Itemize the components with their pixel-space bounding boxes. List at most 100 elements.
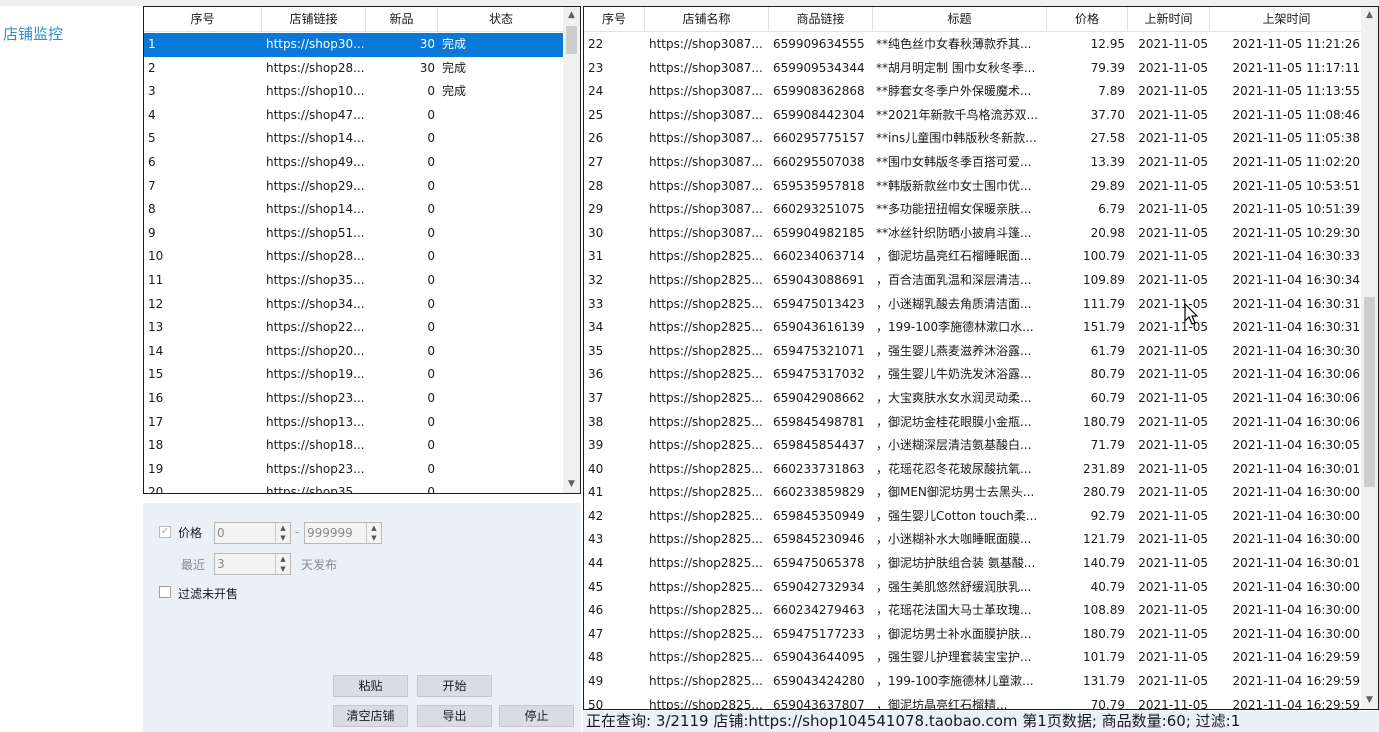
spin-up-arrow-icon[interactable]: ▲ — [367, 523, 381, 533]
table-row[interactable]: 30 https://shop3087... 659904982185 **冰丝针织防… — [584, 222, 1363, 246]
cell-price: 131.79 — [1083, 674, 1125, 689]
col-header-item-link[interactable]: 商品链接 — [769, 7, 873, 32]
spin-down-arrow-icon[interactable]: ▼ — [276, 564, 290, 574]
table-row[interactable]: 6 https://shop49... 0 — [144, 151, 564, 175]
scroll-down-arrow-icon[interactable]: ▼ — [563, 476, 580, 493]
cell-new-count: 0 — [427, 225, 435, 240]
table-row[interactable]: 22 https://shop3087... 659909634555 **纯色丝巾女… — [584, 33, 1363, 57]
table-row[interactable]: 44 https://shop2825... 659475065378 ，御泥坊护肤组… — [584, 552, 1363, 576]
col-header-title[interactable]: 标题 — [873, 7, 1047, 32]
cell-price: 109.89 — [1083, 272, 1125, 287]
spin-down-arrow-icon[interactable]: ▼ — [367, 533, 381, 543]
table-row[interactable]: 16 https://shop23... 0 — [144, 387, 564, 411]
scroll-thumb[interactable] — [566, 26, 577, 54]
table-row[interactable]: 43 https://shop2825... 659845230946 ，小迷糊补水大… — [584, 528, 1363, 552]
col-header-status[interactable]: 状态 — [438, 7, 564, 32]
export-button[interactable]: 导出 — [417, 705, 492, 727]
table-row[interactable]: 37 https://shop2825... 659042908662 ，大宝爽肤水女… — [584, 387, 1363, 411]
table-row[interactable]: 10 https://shop28... 0 — [144, 245, 564, 269]
table-row[interactable]: 4 https://shop47... 0 — [144, 104, 564, 128]
table-row[interactable]: 32 https://shop2825... 659043088691 ，百合洁面乳温… — [584, 269, 1363, 293]
cell-item-link: 659475065378 — [773, 556, 865, 571]
table-row[interactable]: 34 https://shop2825... 659043616139 ，199-10… — [584, 316, 1363, 340]
cell-shop-name: https://shop3087... — [649, 131, 763, 146]
col-header-shop-name[interactable]: 店铺名称 — [645, 7, 769, 32]
cell-index: 4 — [148, 107, 156, 122]
col-header-price[interactable]: 价格 — [1047, 7, 1128, 32]
cell-shop-url: https://shop14... — [266, 131, 365, 146]
table-row[interactable]: 24 https://shop3087... 659908362868 **脖套女冬季… — [584, 80, 1363, 104]
table-row[interactable]: 46 https://shop2825... 660234279463 ，花瑶花法国大… — [584, 599, 1363, 623]
scroll-up-arrow-icon[interactable]: ▲ — [1361, 7, 1378, 24]
product-table[interactable]: 序号 店铺名称 商品链接 标题 价格 上新时间 上架时间 22 https://s… — [583, 6, 1379, 710]
col-header-shop-url[interactable]: 店铺链接 — [262, 7, 366, 32]
price-min-stepper[interactable]: 0 ▲ ▼ — [214, 522, 291, 544]
price-filter-checkbox[interactable]: ✓ — [159, 526, 171, 538]
table-row[interactable]: 40 https://shop2825... 660233731863 ，花瑶花忍冬花… — [584, 458, 1363, 482]
table-row[interactable]: 18 https://shop18... 0 — [144, 434, 564, 458]
spin-down-arrow-icon[interactable]: ▼ — [276, 533, 290, 543]
paste-button[interactable]: 粘贴 — [333, 675, 408, 697]
recent-days-value: 3 — [217, 557, 225, 571]
col-header-index[interactable]: 序号 — [584, 7, 645, 32]
table-row[interactable]: 42 https://shop2825... 659845350949 ，强生婴儿Co… — [584, 505, 1363, 529]
table-row[interactable]: 35 https://shop2825... 659475321071 ，强生婴儿燕麦… — [584, 340, 1363, 364]
col-header-list-time[interactable]: 上架时间 — [1210, 7, 1363, 32]
filter-unsold-checkbox[interactable] — [159, 586, 171, 598]
table-row[interactable]: 23 https://shop3087... 659909534344 **胡月明定制… — [584, 57, 1363, 81]
table-row[interactable]: 9 https://shop51... 0 — [144, 222, 564, 246]
spin-up-arrow-icon[interactable]: ▲ — [276, 554, 290, 564]
spin-up-arrow-icon[interactable]: ▲ — [276, 523, 290, 533]
table-row[interactable]: 50 https://shop2825... 659043637807 ，御泥坊晶亮红… — [584, 694, 1363, 709]
product-table-scrollbar[interactable]: ▲ ▼ — [1361, 7, 1378, 709]
table-row[interactable]: 41 https://shop2825... 660233859829 ，御MEN御泥… — [584, 481, 1363, 505]
col-header-index[interactable]: 序号 — [144, 7, 262, 32]
table-row[interactable]: 33 https://shop2825... 659475013423 ，小迷糊乳酸去… — [584, 293, 1363, 317]
table-row[interactable]: 39 https://shop2825... 659845854437 ，小迷糊深层清… — [584, 434, 1363, 458]
nav-item-shop-monitor[interactable]: 店铺监控 — [3, 23, 63, 44]
table-row[interactable]: 26 https://shop3087... 660295775157 **ins儿童… — [584, 127, 1363, 151]
table-row[interactable]: 28 https://shop3087... 659535957818 **韩版新款丝… — [584, 175, 1363, 199]
clear-shops-button[interactable]: 清空店铺 — [333, 705, 408, 727]
cell-shop-url: https://shop19... — [266, 367, 365, 382]
col-header-new-time[interactable]: 上新时间 — [1128, 7, 1210, 32]
cell-index: 38 — [588, 414, 604, 429]
scroll-up-arrow-icon[interactable]: ▲ — [563, 7, 580, 24]
table-row[interactable]: 31 https://shop2825... 660234063714 ，御泥坊晶亮红… — [584, 245, 1363, 269]
table-row[interactable]: 49 https://shop2825... 659043424280 ，199-10… — [584, 670, 1363, 694]
recent-days-stepper[interactable]: 3 ▲ ▼ — [214, 553, 291, 575]
table-row[interactable]: 27 https://shop3087... 660295507038 **围巾女韩版… — [584, 151, 1363, 175]
cell-status — [438, 175, 564, 199]
table-row[interactable]: 15 https://shop19... 0 — [144, 363, 564, 387]
shop-table-scrollbar[interactable]: ▲ ▼ — [563, 7, 580, 493]
stop-button[interactable]: 停止 — [499, 705, 574, 727]
table-row[interactable]: 12 https://shop34... 0 — [144, 293, 564, 317]
table-row[interactable]: 38 https://shop2825... 659845498781 ，御泥坊金桂花… — [584, 411, 1363, 435]
table-row[interactable]: 13 https://shop22... 0 — [144, 316, 564, 340]
table-row[interactable]: 2 https://shop28... 30 完成 — [144, 57, 564, 81]
start-button[interactable]: 开始 — [417, 675, 492, 697]
table-row[interactable]: 47 https://shop2825... 659475177233 ，御泥坊男士补… — [584, 623, 1363, 647]
table-row[interactable]: 11 https://shop35... 0 — [144, 269, 564, 293]
table-row[interactable]: 14 https://shop20... 0 — [144, 340, 564, 364]
scroll-thumb[interactable] — [1364, 297, 1375, 487]
col-header-new[interactable]: 新品 — [366, 7, 438, 32]
table-row[interactable]: 20 https://shop35... 0 — [144, 481, 564, 493]
table-row[interactable]: 25 https://shop3087... 659908442304 **2021年… — [584, 104, 1363, 128]
shop-table[interactable]: 序号 店铺链接 新品 状态 1 https://shop30... 30 完成 2 htt… — [143, 6, 581, 494]
cell-index: 8 — [148, 202, 156, 217]
table-row[interactable]: 48 https://shop2825... 659043644095 ，强生婴儿护理… — [584, 646, 1363, 670]
cell-price: 111.79 — [1083, 296, 1125, 311]
table-row[interactable]: 19 https://shop23... 0 — [144, 458, 564, 482]
table-row[interactable]: 7 https://shop29... 0 — [144, 175, 564, 199]
table-row[interactable]: 36 https://shop2825... 659475317032 ，强生婴儿牛奶… — [584, 363, 1363, 387]
price-max-stepper[interactable]: 999999 ▲ ▼ — [304, 522, 382, 544]
table-row[interactable]: 17 https://shop13... 0 — [144, 411, 564, 435]
scroll-down-arrow-icon[interactable]: ▼ — [1361, 692, 1378, 709]
table-row[interactable]: 5 https://shop14... 0 — [144, 127, 564, 151]
table-row[interactable]: 1 https://shop30... 30 完成 — [144, 33, 564, 57]
table-row[interactable]: 8 https://shop14... 0 — [144, 198, 564, 222]
table-row[interactable]: 45 https://shop2825... 659042732934 ，强生美肌悠然… — [584, 576, 1363, 600]
table-row[interactable]: 3 https://shop10... 0 完成 — [144, 80, 564, 104]
table-row[interactable]: 29 https://shop3087... 660293251075 **多功能扭扭… — [584, 198, 1363, 222]
